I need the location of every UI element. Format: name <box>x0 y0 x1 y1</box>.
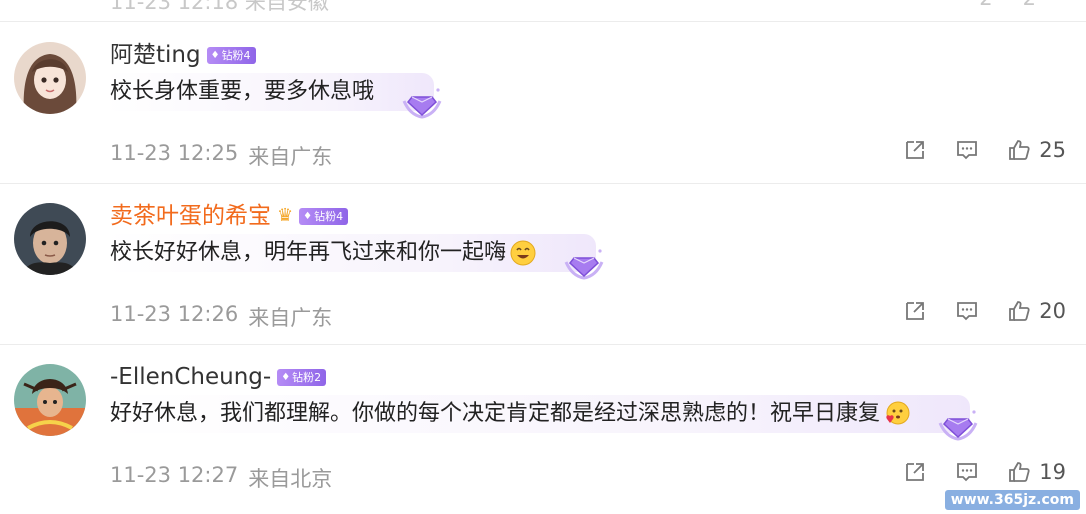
like-button[interactable]: 19 <box>1007 460 1066 484</box>
comment-bubble: 好好休息，我们都理解。你做的每个决定肯定都是经过深思熟虑的！祝早日康复 <box>104 395 978 441</box>
thumbs-up-icon <box>1007 460 1031 484</box>
fan-badge: ♦ 钻粉2 <box>277 368 327 386</box>
fan-badge: ♦ 钻粉4 <box>206 46 256 64</box>
comment-location: 来自广东 <box>248 145 333 169</box>
comment-item: 阿楚ting ♦ 钻粉4 校长身体重要，要多休息哦 11-23 12:25 来自… <box>0 22 1086 184</box>
comment-actions: 25 <box>903 138 1066 162</box>
fan-badge-label: 钻粉4 <box>221 48 251 62</box>
comment-meta: 11-23 12:25 来自广东 <box>110 141 332 171</box>
comment-text: 校长好好休息，明年再飞过来和你一起嗨 <box>110 240 507 265</box>
comment-icon[interactable] <box>955 138 979 162</box>
like-button[interactable]: 25 <box>1007 138 1066 162</box>
comment-time: 11-23 12:27 <box>110 463 239 487</box>
like-count: 20 <box>1039 299 1066 323</box>
diamond-decoration-icon <box>402 88 442 119</box>
comment-location: 来自广东 <box>248 306 333 330</box>
comment-bubble: 校长身体重要，要多休息哦 <box>104 73 442 119</box>
comment-meta: 11-23 12:27 来自北京 <box>110 463 332 493</box>
avatar[interactable] <box>14 42 86 114</box>
diamond-decoration-icon <box>938 410 978 441</box>
username-row: 卖茶叶蛋的希宝 ♛ ♦ 钻粉4 <box>110 201 349 231</box>
fan-badge: ♦ 钻粉4 <box>299 207 349 225</box>
diamond-icon: ♦ <box>303 210 313 222</box>
diamond-decoration-icon <box>564 249 604 280</box>
username[interactable]: 卖茶叶蛋的希宝 <box>110 201 271 231</box>
crown-icon: ♛ <box>277 205 294 226</box>
username-row: 阿楚ting ♦ 钻粉4 <box>110 40 256 70</box>
like-count: 25 <box>1039 138 1066 162</box>
comment-meta: 11-23 12:26 来自广东 <box>110 302 332 332</box>
comment-text: 校长身体重要，要多休息哦 <box>110 79 375 104</box>
avatar[interactable] <box>14 364 86 436</box>
previous-comment-footer: 11-23 12:18 来自安徽 22 <box>0 0 1086 22</box>
comment-actions: 20 <box>903 299 1066 323</box>
watermark: www.365jz.com <box>944 490 1080 510</box>
username-row: -EllenCheung- ♦ 钻粉2 <box>110 362 327 392</box>
avatar[interactable] <box>14 203 86 275</box>
comment-actions: 19 <box>903 460 1066 484</box>
fan-badge-label: 钻粉4 <box>314 209 344 223</box>
comment-item: 卖茶叶蛋的希宝 ♛ ♦ 钻粉4 校长好好休息，明年再飞过来和你一起嗨 11-23… <box>0 183 1086 345</box>
like-button[interactable]: 20 <box>1007 299 1066 323</box>
like-count: 19 <box>1039 460 1066 484</box>
thumbs-up-icon <box>1007 299 1031 323</box>
diamond-icon: ♦ <box>210 49 220 61</box>
previous-comment-likes: 22 <box>979 0 1066 10</box>
comment-time: 11-23 12:25 <box>110 141 239 165</box>
grin-emoji-icon <box>510 240 536 266</box>
comment-text: 好好休息，我们都理解。你做的每个决定肯定都是经过深思熟虑的！祝早日康复 <box>110 401 881 426</box>
comment-icon[interactable] <box>955 299 979 323</box>
share-icon[interactable] <box>903 299 927 323</box>
previous-comment-meta: 11-23 12:18 来自安徽 <box>110 0 329 14</box>
diamond-icon: ♦ <box>281 371 291 383</box>
comment-location: 来自北京 <box>248 467 333 491</box>
comment-time: 11-23 12:26 <box>110 302 239 326</box>
username[interactable]: -EllenCheung- <box>110 362 271 392</box>
fan-badge-label: 钻粉2 <box>292 370 322 384</box>
share-icon[interactable] <box>903 460 927 484</box>
heart-face-emoji-icon <box>886 401 910 425</box>
comment-item: -EllenCheung- ♦ 钻粉2 好好休息，我们都理解。你做的每个决定肯定… <box>0 344 1086 505</box>
comment-icon[interactable] <box>955 460 979 484</box>
share-icon[interactable] <box>903 138 927 162</box>
username[interactable]: 阿楚ting <box>110 40 201 70</box>
thumbs-up-icon <box>1007 138 1031 162</box>
comment-bubble: 校长好好休息，明年再飞过来和你一起嗨 <box>104 234 604 280</box>
